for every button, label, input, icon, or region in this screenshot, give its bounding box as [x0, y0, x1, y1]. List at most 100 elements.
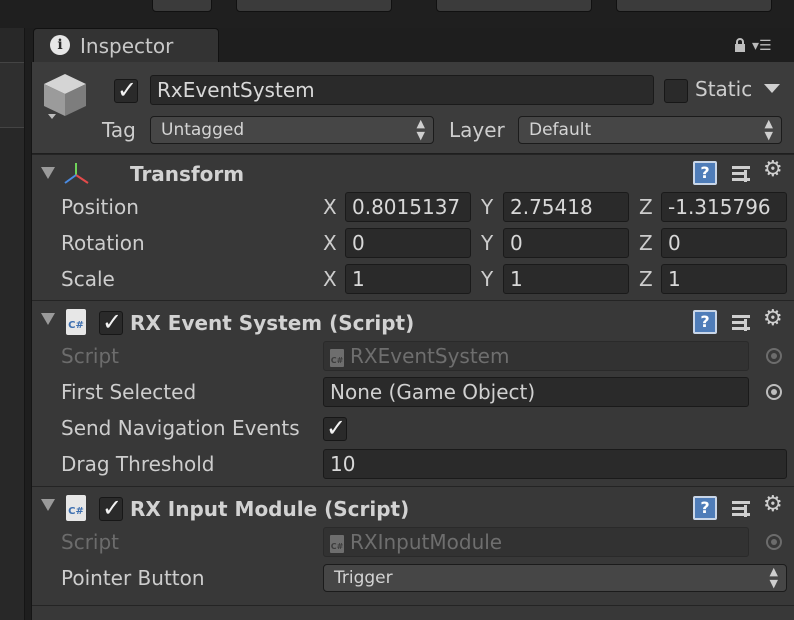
send-navigation-events-checkbox[interactable]: ✓: [323, 414, 347, 442]
foldout-arrow-icon[interactable]: [41, 167, 55, 179]
position-y-field[interactable]: 2.75418: [503, 192, 629, 222]
drag-threshold-field[interactable]: 10: [323, 449, 787, 479]
object-picker-icon[interactable]: [766, 384, 782, 400]
info-icon: i: [50, 35, 70, 55]
tab-menu-icon[interactable]: ▾☰: [752, 38, 772, 54]
inspector-panel: ✓ RxEventSystem Static Tag Untagged ▲ ▼ L…: [31, 62, 794, 620]
position-z-label: Z: [639, 195, 653, 219]
tab-inspector-label: Inspector: [80, 34, 174, 58]
tab-inspector[interactable]: i Inspector: [33, 28, 219, 62]
rotation-label: Rotation: [61, 231, 145, 255]
check-mark: ✓: [326, 414, 347, 442]
transform-header[interactable]: Transform ? ⚙: [32, 155, 794, 191]
script-label: Script: [61, 344, 120, 368]
rotation-z-field[interactable]: 0: [661, 228, 787, 258]
rotation-y-field[interactable]: 0: [503, 228, 629, 258]
gameobject-cube-icon[interactable]: [42, 72, 88, 120]
first-selected-label: First Selected: [61, 380, 197, 404]
transform-title: Transform: [130, 162, 245, 186]
rotation-y-label: Y: [481, 231, 494, 255]
rx-input-module-header[interactable]: C# ✓ RX Input Module (Script) ? ⚙: [32, 487, 794, 523]
scale-z-label: Z: [639, 267, 653, 291]
transform-component: Transform ? ⚙ Position X 0.8015137 Y 2.7…: [32, 154, 794, 300]
static-checkbox[interactable]: [664, 79, 688, 103]
rotation-z-label: Z: [639, 231, 653, 255]
position-x-label: X: [323, 195, 337, 219]
rotation-x-field[interactable]: 0: [345, 228, 471, 258]
script-field: C# RXEventSystem: [323, 341, 749, 371]
csharp-script-icon: C#: [330, 534, 344, 553]
scale-y-label: Y: [481, 267, 494, 291]
object-picker-icon: [766, 348, 782, 364]
pointer-button-label: Pointer Button: [61, 566, 205, 590]
hierarchy-panel-edge: [0, 28, 25, 620]
gear-icon[interactable]: ⚙: [763, 157, 783, 182]
check-mark: ✓: [102, 494, 123, 522]
object-picker-icon: [766, 534, 782, 550]
help-icon[interactable]: ?: [693, 496, 717, 520]
layout-dropdown[interactable]: [616, 0, 772, 12]
dropdown-arrows-icon: ▲ ▼: [764, 117, 773, 142]
send-navigation-events-label: Send Navigation Events: [61, 416, 300, 440]
inspector-tab-bar: i Inspector ▾☰: [26, 28, 794, 62]
drag-threshold-label: Drag Threshold: [61, 452, 215, 476]
rx-event-system-header[interactable]: C# ✓ RX Event System (Script) ? ⚙: [32, 301, 794, 337]
transform-axes-icon: [64, 163, 89, 184]
rotation-x-label: X: [323, 231, 337, 255]
csharp-script-icon: C#: [330, 348, 344, 367]
tag-label: Tag: [102, 118, 136, 142]
dropdown-arrows-icon: ▲ ▼: [416, 117, 425, 142]
foldout-arrow-icon[interactable]: [41, 313, 55, 325]
active-checkbox[interactable]: ✓: [114, 76, 138, 104]
rx-event-system-enabled-checkbox[interactable]: ✓: [99, 308, 123, 336]
presets-icon[interactable]: [730, 162, 752, 184]
help-icon[interactable]: ?: [693, 310, 717, 334]
tag-dropdown[interactable]: Untagged ▲ ▼: [150, 116, 434, 144]
scale-label: Scale: [61, 267, 115, 291]
static-label: Static: [695, 77, 753, 101]
scale-y-field[interactable]: 1: [503, 264, 629, 294]
gameobject-name-field[interactable]: RxEventSystem: [150, 75, 654, 105]
rx-event-system-title: RX Event System (Script): [130, 311, 415, 335]
script-field-value: RXInputModule: [350, 530, 503, 554]
position-y-label: Y: [481, 195, 494, 219]
script-field-value: RXEventSystem: [350, 344, 510, 368]
lock-icon[interactable]: [734, 38, 746, 52]
position-label: Position: [61, 195, 139, 219]
hierarchy-header-edge: [0, 62, 24, 128]
presets-icon[interactable]: [730, 311, 752, 333]
rx-event-system-component: C# ✓ RX Event System (Script) ? ⚙ Script…: [32, 300, 794, 486]
layer-dropdown[interactable]: Default ▲ ▼: [518, 116, 782, 144]
script-field: C# RXInputModule: [323, 527, 749, 557]
help-icon[interactable]: ?: [693, 161, 717, 185]
gear-icon[interactable]: ⚙: [763, 306, 783, 331]
static-dropdown-icon[interactable]: [764, 84, 780, 93]
scale-z-field[interactable]: 1: [661, 264, 787, 294]
layers-dropdown[interactable]: [436, 0, 592, 12]
csharp-script-icon: C#: [66, 495, 86, 521]
top-toolbar: [0, 0, 794, 28]
foldout-arrow-icon[interactable]: [41, 499, 55, 511]
rx-input-module-enabled-checkbox[interactable]: ✓: [99, 494, 123, 522]
check-mark: ✓: [102, 308, 123, 336]
scale-x-field[interactable]: 1: [345, 264, 471, 294]
csharp-script-icon: C#: [66, 309, 86, 335]
gear-icon[interactable]: ⚙: [763, 492, 783, 517]
toolbar-button[interactable]: [152, 0, 212, 12]
pointer-button-value: Trigger: [334, 568, 393, 588]
position-z-field[interactable]: -1.315796: [661, 192, 787, 222]
active-check-mark: ✓: [117, 76, 138, 104]
first-selected-field[interactable]: None (Game Object): [323, 377, 749, 407]
pointer-button-dropdown[interactable]: Trigger ▲ ▼: [323, 564, 787, 592]
script-label: Script: [61, 530, 120, 554]
position-x-field[interactable]: 0.8015137: [345, 192, 471, 222]
gameobject-header: ✓ RxEventSystem Static Tag Untagged ▲ ▼ L…: [32, 62, 794, 154]
account-dropdown[interactable]: [236, 0, 392, 12]
layer-label: Layer: [449, 118, 505, 142]
layer-dropdown-value: Default: [529, 120, 592, 140]
scale-x-label: X: [323, 267, 337, 291]
presets-icon[interactable]: [730, 497, 752, 519]
rx-input-module-component: C# ✓ RX Input Module (Script) ? ⚙ Script…: [32, 486, 794, 606]
rx-input-module-title: RX Input Module (Script): [130, 497, 410, 521]
dropdown-arrows-icon: ▲ ▼: [769, 565, 778, 590]
